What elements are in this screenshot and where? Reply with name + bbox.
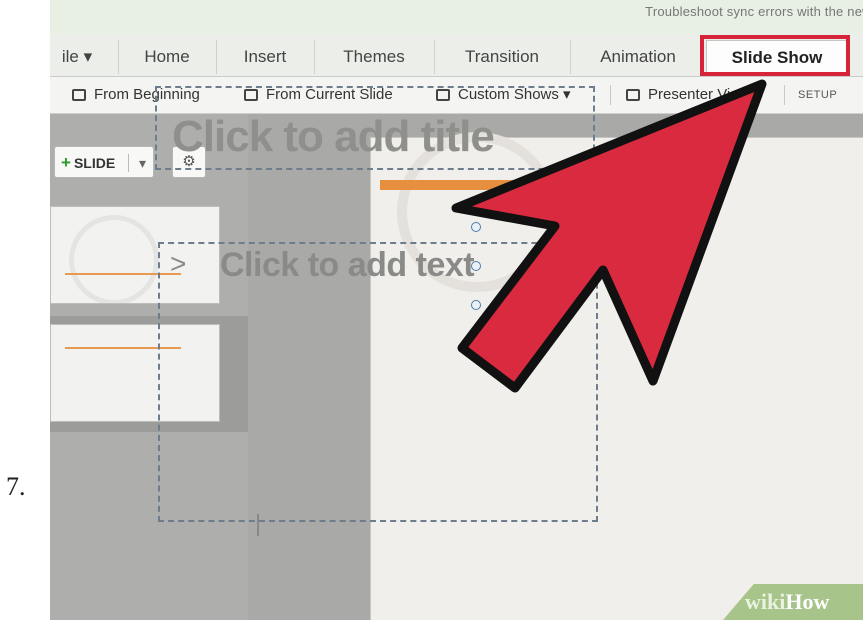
screenshot-frame: Troubleshoot sync errors with the new a … bbox=[50, 0, 863, 620]
watermark-wiki: wiki bbox=[745, 589, 786, 614]
pointer-arrow-icon bbox=[451, 79, 767, 393]
step-number: 7. bbox=[6, 472, 26, 501]
watermark-how: How bbox=[785, 589, 830, 614]
